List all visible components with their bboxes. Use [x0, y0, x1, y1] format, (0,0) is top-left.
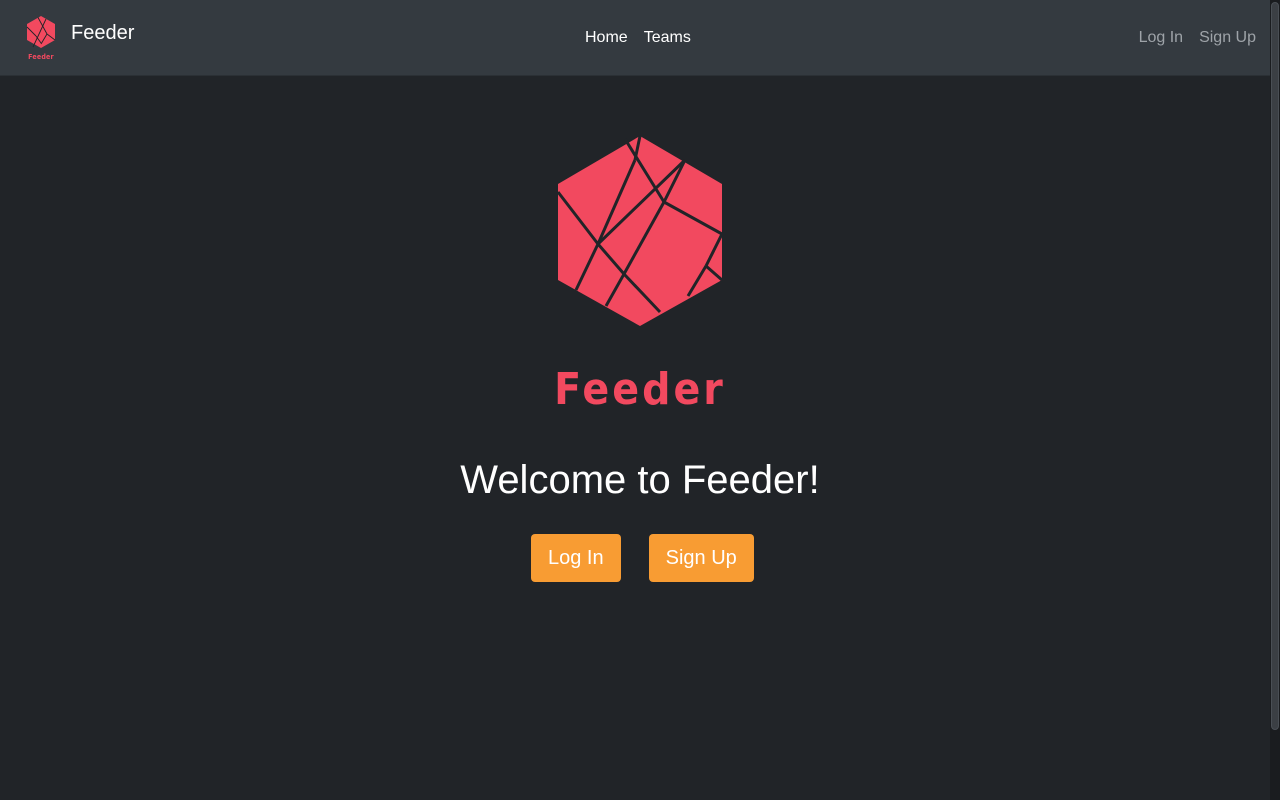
nav-login-link[interactable]: Log In: [1131, 27, 1191, 49]
top-navbar: Feeder Feeder Home Teams Log In Sign Up: [0, 0, 1270, 76]
brand-link[interactable]: Feeder Feeder: [24, 14, 134, 64]
welcome-heading: Welcome to Feeder!: [460, 458, 820, 502]
vertical-scrollbar[interactable]: [1270, 0, 1280, 800]
feeder-hexagon-logo-icon: [556, 134, 724, 326]
nav-signup-link[interactable]: Sign Up: [1191, 27, 1264, 49]
brand-logo: Feeder: [24, 14, 58, 64]
hero-actions: Log In Sign Up: [531, 534, 754, 582]
scrollbar-thumb[interactable]: [1271, 2, 1279, 730]
brand-name[interactable]: Feeder: [71, 22, 134, 45]
auth-nav: Log In Sign Up: [1131, 27, 1264, 49]
nav-teams-link[interactable]: Teams: [636, 27, 699, 49]
signup-button[interactable]: Sign Up: [648, 534, 754, 582]
nav-home-link[interactable]: Home: [577, 27, 636, 49]
hero-wordmark: Feeder: [554, 364, 726, 415]
login-button[interactable]: Log In: [531, 534, 621, 582]
main-nav: Home Teams: [577, 27, 699, 49]
brand-logo-text: Feeder: [28, 53, 54, 61]
